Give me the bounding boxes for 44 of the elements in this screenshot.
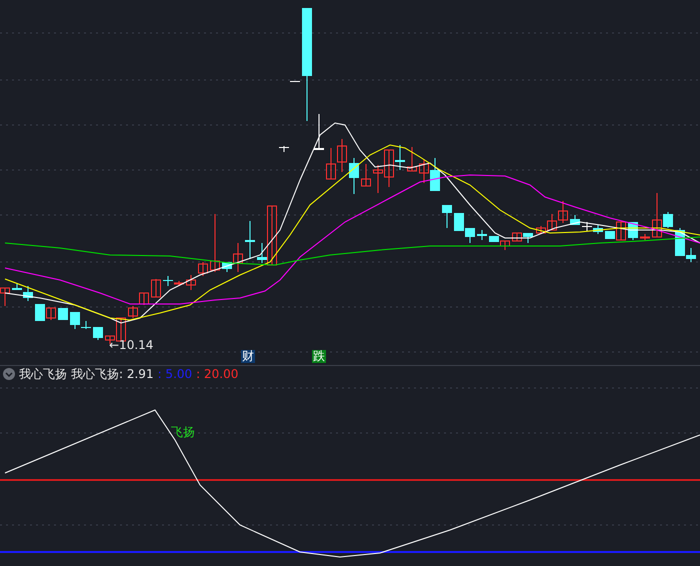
candlestick (454, 212, 464, 232)
indicator-value: 我心飞扬: 2.91 (71, 366, 154, 383)
candlestick (640, 234, 650, 240)
candlestick (279, 146, 289, 152)
candlestick (558, 200, 568, 224)
indicator-value: : 20.00 (196, 366, 238, 383)
collapse-icon[interactable] (3, 368, 15, 380)
candlestick (151, 278, 161, 298)
indicator-title: 我心飞扬 (19, 366, 67, 383)
candlestick (477, 230, 487, 240)
candlestick (570, 214, 580, 226)
candlestick (0, 288, 10, 306)
candlestick (593, 224, 603, 234)
candlestick (582, 222, 592, 232)
candlestick (512, 232, 522, 242)
candlestick (337, 138, 347, 172)
candlestick (349, 158, 359, 194)
candlestick (128, 306, 138, 318)
candlestick (465, 228, 475, 244)
candlestick (210, 214, 220, 272)
candlestick (314, 114, 324, 150)
candlestick (290, 80, 300, 82)
candlestick (245, 220, 255, 260)
candlestick (419, 160, 429, 184)
candlestick (139, 292, 149, 306)
candlestick (523, 232, 533, 244)
candlestick (198, 262, 208, 276)
candlestick (326, 148, 336, 180)
low-price-label: ←10.14 (109, 339, 154, 352)
candlestick (361, 164, 371, 186)
candlestick (186, 274, 196, 290)
indicator-value: : 5.00 (158, 366, 192, 383)
candlestick (430, 158, 440, 192)
signal-label: 跌 (312, 350, 326, 363)
candlestick (58, 308, 68, 320)
candlestick (407, 146, 417, 172)
candlestick (93, 326, 103, 340)
candlestick (46, 308, 56, 320)
candlestick (500, 240, 510, 250)
candlestick (35, 304, 45, 322)
candlestick (442, 204, 452, 228)
candlestick (373, 164, 383, 194)
line-label: 飞扬 (171, 426, 195, 439)
signal-label: 财 (241, 350, 255, 363)
